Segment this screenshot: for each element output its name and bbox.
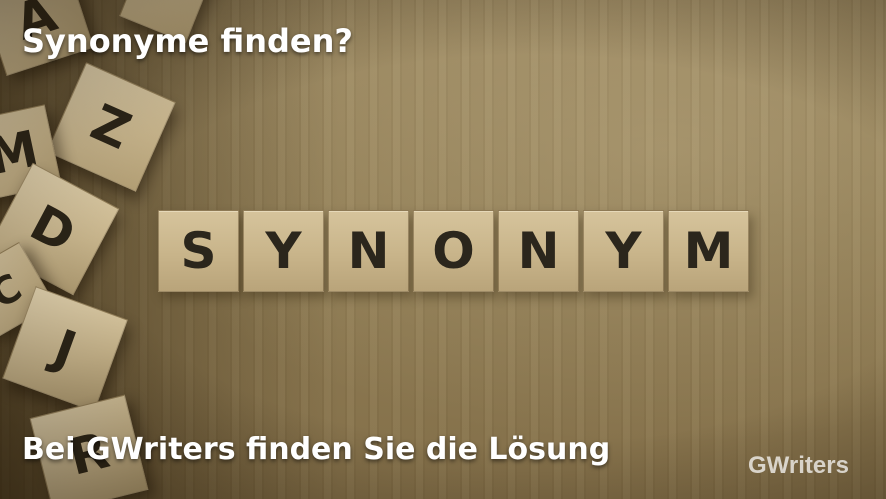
- letter-tile: O: [413, 210, 494, 292]
- letter-tile: M: [668, 210, 749, 292]
- subline: Bei GWriters finden Sie die Lösung: [22, 432, 611, 467]
- letter-tile: N: [328, 210, 409, 292]
- letter-tile: N: [498, 210, 579, 292]
- synonym-tile-row: S Y N O N Y M: [158, 210, 749, 292]
- gwriters-logo: GWriters: [748, 452, 849, 479]
- letter-tile: S: [158, 210, 239, 292]
- letter-tile: Y: [583, 210, 664, 292]
- headline: Synonyme finden?: [22, 22, 353, 60]
- photo-background: A Z M D C J R S Y N O N Y M Synonyme fin…: [0, 0, 886, 499]
- letter-tile: Y: [243, 210, 324, 292]
